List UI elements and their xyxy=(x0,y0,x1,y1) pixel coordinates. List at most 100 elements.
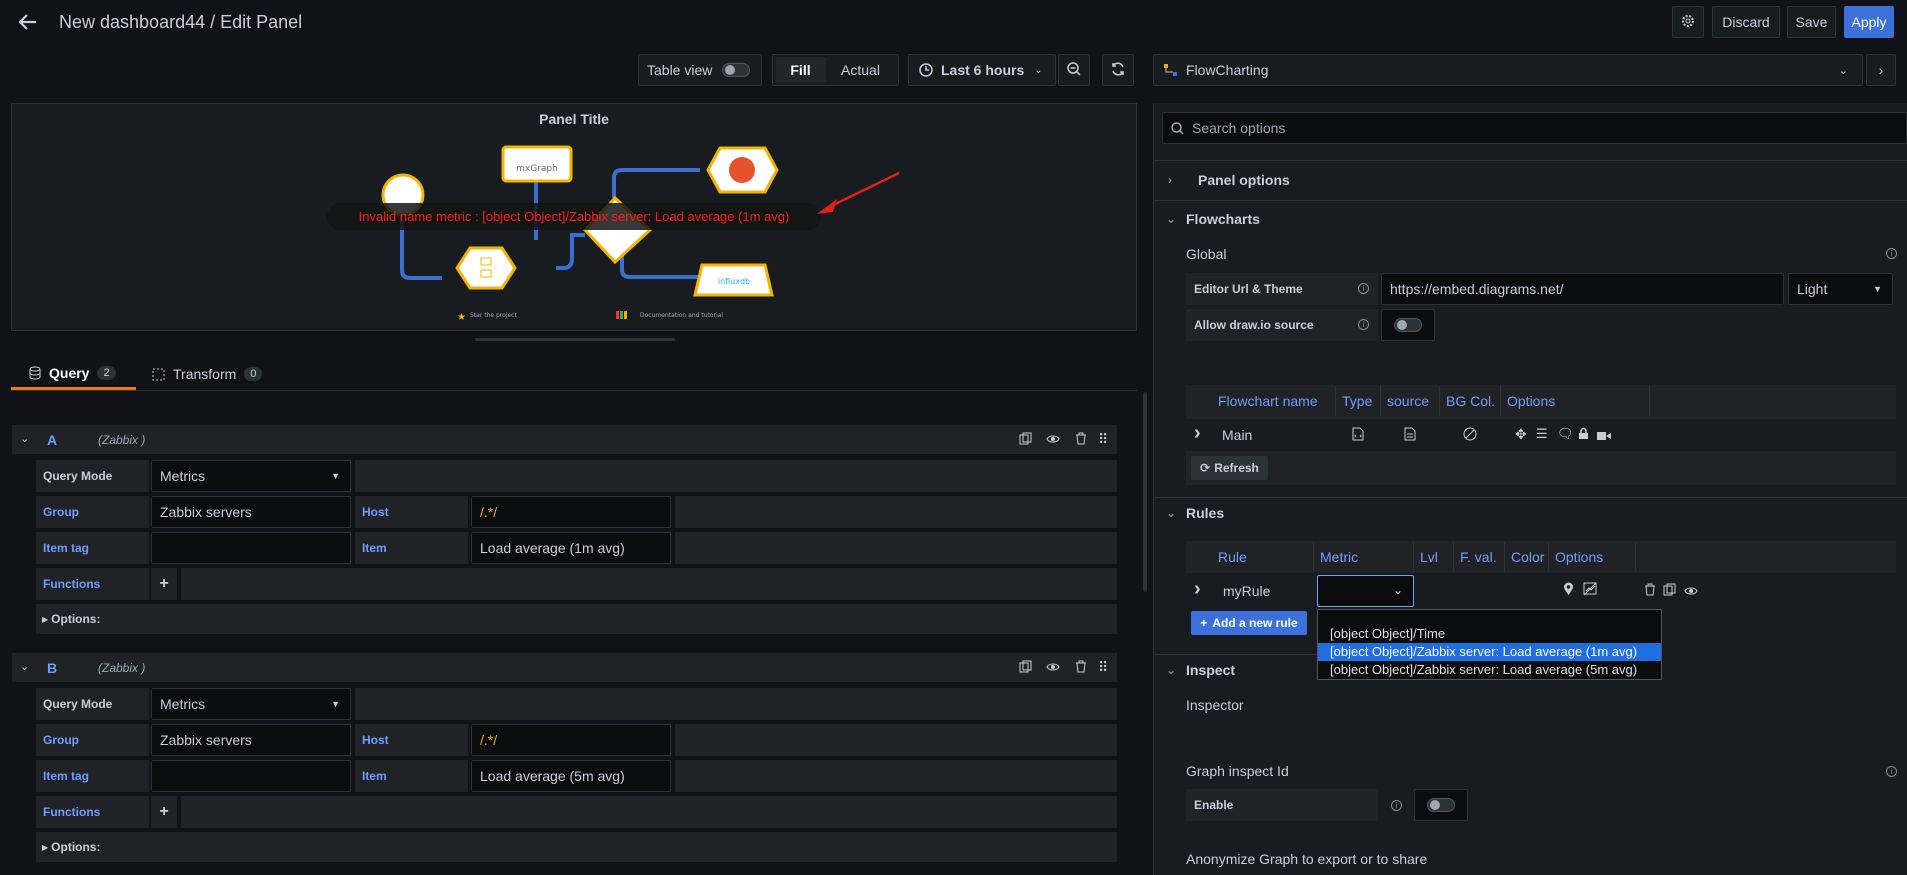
theme-select[interactable]: Light ▼ xyxy=(1788,273,1893,305)
section-flowcharts[interactable]: ⌄ Flowcharts xyxy=(1153,209,1260,229)
apply-button[interactable]: Apply xyxy=(1844,6,1894,38)
lock-icon[interactable] xyxy=(1578,427,1589,443)
section-rules[interactable]: ⌄ Rules xyxy=(1153,503,1224,523)
group-input-a[interactable]: Zabbix servers xyxy=(151,496,351,528)
query-row-header-a[interactable] xyxy=(12,425,1117,454)
time-picker-button[interactable]: Last 6 hours ⌄ xyxy=(908,54,1056,86)
docs-text: Documentation and tutorial xyxy=(640,312,723,319)
no-bg-color-icon[interactable] xyxy=(1463,427,1477,444)
table-view-toggle-group[interactable]: Table view xyxy=(638,54,762,86)
collapse-options-button[interactable]: › xyxy=(1866,54,1896,86)
eye-rule-icon[interactable] xyxy=(1684,584,1698,600)
mxgraph-node-label: mxGraph xyxy=(516,164,558,174)
table-view-switch[interactable] xyxy=(722,63,751,77)
info-icon: i xyxy=(1358,319,1369,330)
query-row-header-b[interactable] xyxy=(12,653,1117,682)
discard-button[interactable]: Discard xyxy=(1712,6,1780,38)
enable-label: Enable xyxy=(1186,789,1378,821)
delete-rule-icon[interactable] xyxy=(1644,583,1656,599)
chevron-down-icon: ⌄ xyxy=(1392,583,1403,597)
drag-handle-a-icon[interactable]: ⠿ xyxy=(1098,431,1108,448)
metric-option-1m[interactable]: [object Object]/Zabbix server: Load aver… xyxy=(1318,643,1661,661)
tab-query[interactable]: Query 2 xyxy=(11,358,136,390)
collapse-a-chevron-icon[interactable]: ⌄ xyxy=(20,432,29,445)
flowcharting-plugin-icon xyxy=(1164,64,1178,76)
section-panel-options[interactable]: › Panel options xyxy=(1153,170,1290,190)
item-tag-input-a[interactable] xyxy=(151,532,351,564)
collapse-b-chevron-icon[interactable]: ⌄ xyxy=(20,660,29,673)
delete-query-a-icon[interactable] xyxy=(1075,432,1087,448)
toggle-visibility-a-icon[interactable] xyxy=(1046,432,1060,448)
add-function-button-b[interactable]: + xyxy=(151,796,177,828)
source-file-icon[interactable] xyxy=(1404,427,1416,444)
metric-select[interactable]: ⌄ xyxy=(1317,575,1414,607)
move-icon[interactable]: ✥ xyxy=(1515,426,1527,443)
group-label-a: Group xyxy=(36,496,149,528)
zoom-out-button[interactable] xyxy=(1058,54,1090,86)
item-input-b[interactable]: Load average (5m avg) xyxy=(471,760,671,792)
map-pin-icon[interactable] xyxy=(1563,582,1574,599)
allow-drawio-switch[interactable] xyxy=(1394,318,1422,332)
row-filler xyxy=(355,460,1117,492)
divider xyxy=(1153,497,1907,498)
row-filler xyxy=(181,568,1117,600)
enable-switch[interactable] xyxy=(1427,798,1455,812)
item-tag-input-b[interactable] xyxy=(151,760,351,792)
section-inspect[interactable]: ⌄ Inspect xyxy=(1153,660,1235,680)
panel-resize-handle[interactable] xyxy=(475,338,675,341)
video-icon[interactable] xyxy=(1597,428,1611,444)
editor-url-label: Editor Url & Theme xyxy=(1186,273,1378,305)
expand-rule-chevron-icon[interactable]: › xyxy=(1194,578,1201,601)
star-project-text: Star the project xyxy=(470,312,517,319)
col-rule: Rule xyxy=(1212,542,1314,572)
duplicate-query-b-icon[interactable] xyxy=(1019,660,1032,676)
query-scrollbar[interactable] xyxy=(1143,392,1147,592)
visualization-picker[interactable]: FlowCharting ⌄ xyxy=(1153,54,1863,86)
col-options: Options xyxy=(1501,386,1650,416)
settings-button[interactable] xyxy=(1672,6,1704,38)
database-icon xyxy=(29,366,41,380)
tab-transform[interactable]: Transform 0 xyxy=(152,358,282,390)
caret-down-icon: ▼ xyxy=(331,699,340,709)
chart-off-icon[interactable] xyxy=(1583,582,1598,599)
metric-option-5m[interactable]: [object Object]/Zabbix server: Load aver… xyxy=(1318,661,1661,679)
xml-type-icon[interactable] xyxy=(1352,427,1364,444)
align-center-icon[interactable]: ☰ xyxy=(1536,426,1548,442)
item-input-a[interactable]: Load average (1m avg) xyxy=(471,532,671,564)
toggle-visibility-b-icon[interactable] xyxy=(1046,660,1060,676)
tab-transform-label: Transform xyxy=(173,366,237,382)
editor-url-input[interactable]: https://embed.diagrams.net/ xyxy=(1381,273,1784,305)
query-mode-select-b[interactable]: Metrics ▼ xyxy=(151,688,351,720)
allow-drawio-switch-container xyxy=(1381,309,1435,341)
col-fval: F. val. xyxy=(1454,542,1505,572)
host-input-b[interactable]: /.*/ xyxy=(471,724,671,756)
col-lvl: Lvl xyxy=(1414,542,1454,572)
query-b-source: (Zabbix ) xyxy=(98,661,146,675)
tab-query-label: Query xyxy=(49,364,90,381)
delete-query-b-icon[interactable] xyxy=(1075,660,1087,676)
add-rule-button[interactable]: + Add a new rule xyxy=(1191,611,1307,635)
actual-option[interactable]: Actual xyxy=(826,57,896,83)
search-options-input[interactable]: Search options xyxy=(1162,112,1907,144)
comment-icon[interactable]: 🗨 xyxy=(1557,426,1574,442)
options-toggle-a[interactable]: ▶ Options: xyxy=(36,604,1117,634)
duplicate-query-a-icon[interactable] xyxy=(1019,432,1032,448)
rule-row[interactable] xyxy=(1186,573,1896,608)
query-mode-select-a[interactable]: Metrics ▼ xyxy=(151,460,351,492)
host-input-a[interactable]: /.*/ xyxy=(471,496,671,528)
group-input-b[interactable]: Zabbix servers xyxy=(151,724,351,756)
save-button[interactable]: Save xyxy=(1787,6,1836,38)
fill-option[interactable]: Fill xyxy=(775,57,826,83)
drag-handle-b-icon[interactable]: ⠿ xyxy=(1098,659,1108,676)
refresh-button[interactable] xyxy=(1102,54,1134,86)
plugin-name: FlowCharting xyxy=(1186,62,1269,78)
metric-option-time[interactable]: [object Object]/Time xyxy=(1318,625,1661,643)
back-arrow-icon[interactable] xyxy=(16,10,40,34)
refresh-flowchart-button[interactable]: ⟳ Refresh xyxy=(1191,456,1268,480)
caret-right-icon: ▶ xyxy=(42,842,49,852)
options-toggle-b[interactable]: ▶ Options: xyxy=(36,832,1117,862)
add-function-button-a[interactable]: + xyxy=(151,568,177,600)
duplicate-rule-icon[interactable] xyxy=(1663,583,1676,599)
functions-label-b: Functions xyxy=(36,796,149,828)
expand-row-chevron-icon[interactable]: › xyxy=(1194,422,1201,445)
